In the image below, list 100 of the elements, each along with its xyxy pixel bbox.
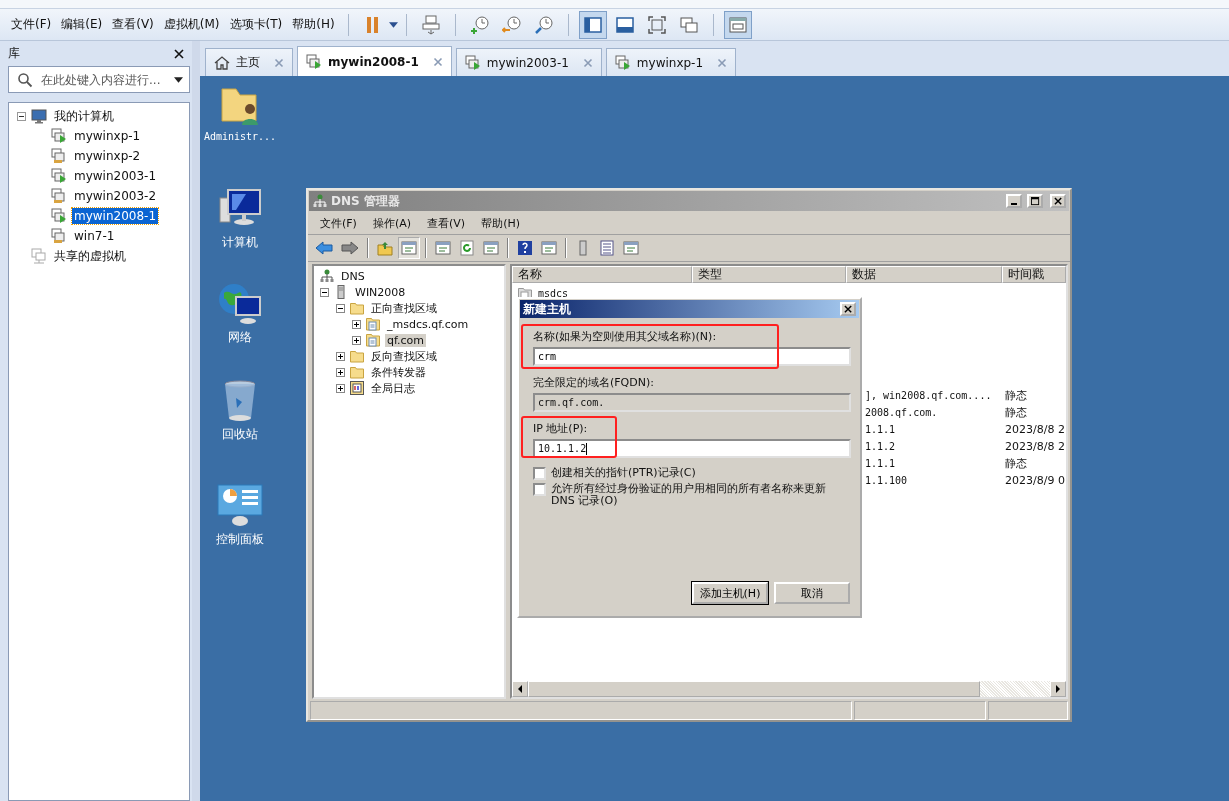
expand-icon[interactable] [336, 351, 345, 361]
search-field[interactable]: 在此处键入内容进行... [8, 66, 190, 93]
desktop-icon-label: 控制面板 [216, 531, 264, 548]
tree-item[interactable]: mywinxp-1 [72, 128, 143, 144]
layout-icon [646, 14, 667, 35]
console-tree-button[interactable] [398, 237, 420, 259]
desktop-icon-label: 计算机 [222, 234, 258, 251]
close-icon[interactable] [174, 48, 184, 59]
maximize-button[interactable] [1027, 194, 1043, 208]
dropdown-caret-icon[interactable] [174, 77, 183, 83]
collapse-icon[interactable] [320, 287, 329, 297]
tree-item[interactable]: mywinxp-2 [72, 148, 143, 164]
menu-item[interactable]: 帮助(H) [287, 16, 340, 33]
tree-item[interactable]: mywin2003-2 [72, 188, 159, 204]
menu-item[interactable]: 查看(V) [419, 215, 474, 231]
column-header[interactable]: 时间戳 [1002, 266, 1066, 283]
menu-item[interactable]: 查看(V) [107, 16, 159, 33]
table-cell: msdcs [538, 288, 569, 299]
tab[interactable]: mywinxp-1 [605, 48, 737, 76]
zone-file-icon [366, 333, 380, 347]
collapse-icon[interactable] [336, 303, 345, 313]
menu-item[interactable]: 文件(F) [312, 215, 365, 231]
tab[interactable]: mywin2003-1 [455, 48, 602, 76]
collapse-icon[interactable] [17, 111, 26, 121]
tree-item[interactable]: 正向查找区域 [369, 300, 439, 316]
tab[interactable]: mywin2008-1 [297, 46, 452, 76]
column-header[interactable]: 数据 [846, 266, 1002, 283]
column-header[interactable]: 名称 [512, 266, 692, 283]
menu-item[interactable]: 操作(A) [364, 215, 420, 231]
minimize-button[interactable] [1006, 194, 1022, 208]
minimize-icon [1011, 203, 1017, 205]
table-cell: 静态 [1005, 388, 1027, 403]
tree-item[interactable]: win7-1 [72, 228, 117, 244]
tree-item[interactable]: mywin2008-1 [72, 208, 159, 224]
table-cell: 2023/8/8 2 [1005, 440, 1065, 453]
view-mode-button[interactable] [578, 10, 607, 39]
folder-icon [350, 301, 364, 315]
scroll-thumb[interactable] [528, 681, 980, 697]
column-header[interactable]: 类型 [692, 266, 846, 283]
tree-item[interactable]: 条件转发器 [369, 364, 428, 380]
table-cell-text: 1.1.100 [865, 475, 909, 486]
console-tree-icon [401, 240, 417, 256]
tree-item[interactable]: 反向查找区域 [369, 348, 439, 364]
help-icon [517, 240, 533, 256]
scroll-left-icon[interactable] [512, 681, 528, 697]
monitor-icon [31, 108, 47, 124]
menu-item[interactable]: 文件(F) [6, 16, 57, 33]
table-cell: 2023/8/9 0 [1005, 474, 1065, 487]
up-folder-icon [377, 240, 393, 256]
expand-icon[interactable] [336, 383, 345, 393]
home-icon [214, 54, 230, 71]
field-label: IP 地址(P): [533, 421, 589, 436]
horizontal-scrollbar[interactable] [512, 681, 1066, 697]
tree-item[interactable]: _msdcs.qf.com [385, 317, 471, 331]
menu-item[interactable]: 帮助(H) [473, 215, 528, 231]
tree-item[interactable]: mywin2003-1 [72, 168, 159, 184]
expand-icon[interactable] [352, 335, 361, 345]
field-label: 名称(如果为空则使用其父域名称)(N): [533, 329, 718, 344]
folder-icon [350, 349, 364, 363]
tab-view-button[interactable] [723, 10, 752, 39]
network-tree-icon [320, 269, 334, 283]
panel-title: 库 [8, 45, 20, 62]
control-panel-icon[interactable] [216, 481, 264, 529]
caret-icon[interactable] [388, 21, 398, 28]
readonly-field: crm.qf.com. [533, 393, 851, 412]
tree-item[interactable]: WIN2008 [353, 285, 408, 299]
tree-item[interactable]: DNS [339, 269, 367, 283]
refresh-icon [459, 240, 475, 256]
checkbox-label: 允许所有经过身份验证的用户用相同的所有者名称来更新 DNS 记录(O) [551, 483, 827, 507]
table-cell-text: ], win2008.qf.com.... [865, 390, 993, 401]
server-icon [334, 285, 348, 299]
close-button[interactable] [840, 302, 856, 316]
copy-icon [623, 240, 639, 256]
add-host-button[interactable]: 添加主机(H) [692, 582, 768, 604]
checkbox[interactable] [533, 467, 546, 480]
layout-icon [614, 14, 635, 35]
tab[interactable]: 主页 [205, 48, 293, 76]
tree-item[interactable]: 共享的虚拟机 [52, 246, 128, 266]
table-cell-text: 2008.qf.com. [865, 407, 939, 418]
input-field[interactable]: 10.1.1.2 [533, 439, 851, 458]
dialog-title: 新建主机 [523, 300, 571, 318]
running-vm-icon [306, 53, 322, 70]
cancel-button[interactable]: 取消 [774, 582, 850, 604]
tree-item[interactable]: 全局日志 [369, 380, 417, 396]
close-button[interactable] [1050, 194, 1066, 208]
scroll-right-icon[interactable] [1050, 681, 1066, 697]
action-pane-icon [541, 240, 557, 256]
tree-item[interactable]: qf.com [385, 333, 427, 347]
input-field[interactable]: crm [533, 347, 851, 366]
table-cell-text: 1.1.1 [865, 458, 897, 469]
menu-item[interactable]: 虚拟机(M) [158, 16, 225, 33]
checkbox[interactable] [533, 483, 546, 496]
tree-item[interactable]: 我的计算机 [52, 106, 116, 126]
expand-icon[interactable] [336, 367, 345, 377]
menu-item[interactable]: 编辑(E) [56, 16, 108, 33]
search-icon [17, 72, 33, 88]
menu-item[interactable]: 选项卡(T) [224, 16, 288, 33]
window-title: DNS 管理器 [331, 192, 400, 210]
expand-icon[interactable] [352, 319, 361, 329]
log-icon [350, 381, 364, 395]
